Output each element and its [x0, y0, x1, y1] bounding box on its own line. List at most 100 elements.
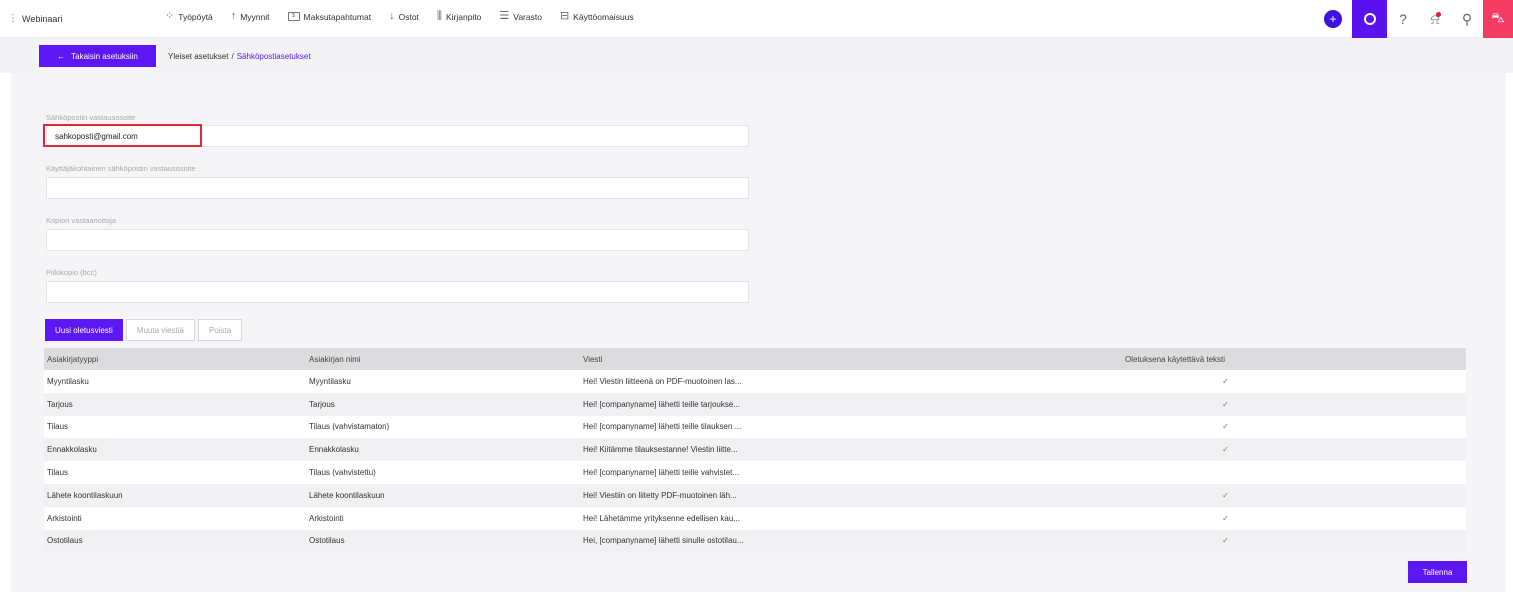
cell-name: Ostotilaus: [309, 536, 345, 546]
column-header[interactable]: Viesti: [580, 355, 1122, 364]
settings-icon: [1363, 13, 1376, 25]
column-header[interactable]: Asiakirjatyyppi: [44, 355, 306, 364]
bcc-input[interactable]: [46, 281, 749, 303]
user-reply-address-label: Käyttäjäkohtainen sähköpostin vastausoso…: [46, 164, 196, 173]
cell-name: Arkistointi: [309, 513, 344, 523]
cell-message: Hei! Kiitämme tilauksestanne! Viestin li…: [583, 445, 738, 455]
notification-dot: [1436, 12, 1441, 17]
user-icon[interactable]: ⚲: [1451, 0, 1483, 38]
nav-item-maksutapahtumat[interactable]: $ Maksutapahtumat: [287, 11, 372, 22]
nav-label: Ostot: [398, 11, 419, 22]
table-row[interactable]: Lähete koontilaskuun Lähete koontilaskuu…: [44, 483, 1466, 507]
cell-type: Tarjous: [47, 399, 73, 409]
checkmark-icon: ✓: [1222, 399, 1229, 409]
main-nav: ⁘ Työpöytä ↑ Myynnit $ Maksutapahtumat ↓…: [165, 11, 634, 22]
table-row[interactable]: Tilaus Tilaus (vahvistettu) Hei! [compan…: [44, 461, 1466, 484]
grid-icon: ⁘: [165, 10, 175, 22]
cell-name: Myyntilasku: [309, 376, 351, 386]
back-to-settings-button[interactable]: ← Takaisin asetuksiin: [39, 45, 156, 67]
checkmark-icon: ✓: [1222, 513, 1229, 523]
table-row[interactable]: Ostotilaus Ostotilaus Hei, [companyname]…: [44, 529, 1466, 553]
cell-name: Ennakkolasku: [309, 445, 359, 455]
new-default-message-button[interactable]: Uusi oletusviesti: [45, 319, 123, 341]
cell-message: Hei, [companyname] lähetti sinulle ostot…: [583, 536, 744, 546]
reply-address-input[interactable]: [46, 125, 749, 147]
cell-type: Arkistointi: [47, 513, 82, 523]
nav-label: Kirjanpito: [445, 11, 482, 22]
payment-icon: $: [287, 12, 300, 21]
cell-message: Hei! Viestin liitteenä on PDF-muotoinen …: [583, 376, 742, 386]
cell-message: Hei! [companyname] lähetti teille vahvis…: [583, 468, 740, 478]
cell-message: Hei! Viestiin on liitetty PDF-muotoinen …: [583, 490, 737, 500]
column-header[interactable]: Asiakirjan nimi: [306, 355, 580, 364]
crumb-general-settings[interactable]: Yleiset asetukset: [168, 52, 228, 61]
cell-name: Tilaus (vahvistamaton): [309, 422, 390, 432]
app-switcher[interactable]: ⋮ Webinaari: [8, 13, 62, 24]
bcc-label: Piilokopio (bcc): [46, 268, 97, 277]
arrow-up-icon: ↑: [230, 10, 237, 22]
cell-type: Tilaus: [47, 468, 69, 478]
crumb-email-settings: Sähköpostiasetukset: [236, 52, 311, 61]
user-reply-address-input[interactable]: [46, 177, 749, 199]
delete-button[interactable]: Poista: [197, 319, 243, 341]
checkmark-icon: ✓: [1222, 445, 1229, 455]
cell-type: Ostotilaus: [47, 536, 83, 546]
table-row[interactable]: Myyntilasku Myyntilasku Hei! Viestin lii…: [44, 370, 1466, 393]
nav-label: Työpöytä: [178, 11, 213, 22]
cc-recipient-input[interactable]: [46, 229, 749, 251]
nav-item-tyopoyta[interactable]: ⁘ Työpöytä: [165, 11, 213, 22]
app-name: Webinaari: [22, 13, 63, 24]
table-body: Myyntilasku Myyntilasku Hei! Viestin lii…: [44, 370, 1466, 553]
cc-recipient-label: Kopion vastaanottaja: [46, 216, 117, 225]
checkmark-icon: ✓: [1222, 490, 1229, 500]
nav-label: Käyttöomaisuus: [573, 11, 634, 22]
table-header: Asiakirjatyyppi Asiakirjan nimi Viesti O…: [44, 348, 1466, 370]
cell-default: ✓: [1122, 445, 1466, 454]
cell-type: Myyntilasku: [47, 376, 89, 386]
arrow-down-icon: ↓: [389, 10, 395, 22]
cell-name: Tilaus (vahvistettu): [309, 468, 376, 478]
briefcase-icon: ⊟: [559, 10, 570, 22]
help-icon[interactable]: ?: [1387, 0, 1419, 38]
nav-item-myynnit[interactable]: ↑ Myynnit: [231, 11, 270, 22]
cell-default: [1122, 468, 1466, 477]
nav-label: Maksutapahtumat: [303, 11, 372, 22]
cell-default: ✓: [1122, 536, 1466, 545]
table-row[interactable]: Tilaus Tilaus (vahvistamaton) Hei! [comp…: [44, 415, 1466, 439]
table-row[interactable]: Ennakkolasku Ennakkolasku Hei! Kiitämme …: [44, 438, 1466, 462]
cell-default: ✓: [1122, 514, 1466, 523]
arrow-left-icon: ←: [57, 51, 66, 61]
column-header[interactable]: Oletuksena käytettävä teksti: [1122, 355, 1466, 364]
edit-message-button[interactable]: Muuta viestiä: [125, 319, 195, 341]
nav-label: Varasto: [513, 11, 542, 22]
cell-type: Lähete koontilaskuun: [47, 490, 123, 500]
checkmark-icon: ✓: [1222, 536, 1229, 546]
cart-icon[interactable]: ⛍: [1483, 0, 1513, 38]
table-row[interactable]: Tarjous Tarjous Hei! [companyname] lähet…: [44, 392, 1466, 416]
checkmark-icon: ✓: [1222, 376, 1229, 386]
messages-table: Asiakirjatyyppi Asiakirjan nimi Viesti O…: [44, 348, 1466, 553]
table-row[interactable]: Arkistointi Arkistointi Hei! Lähetämme y…: [44, 506, 1466, 530]
plus-icon[interactable]: +: [1324, 10, 1342, 28]
cell-default: ✓: [1122, 377, 1466, 386]
cell-message: Hei! Lähetämme yrityksenne edellisen kau…: [583, 513, 740, 523]
nav-item-ostot[interactable]: ↓ Ostot: [389, 11, 419, 22]
vertical-dots-icon: ⋮: [8, 13, 18, 24]
cell-message: Hei! [companyname] lähetti teille tilauk…: [583, 422, 742, 432]
nav-label: Myynnit: [240, 11, 270, 22]
checkmark-icon: ✓: [1222, 422, 1229, 432]
cell-name: Lähete koontilaskuun: [309, 490, 385, 500]
bell-icon[interactable]: ⍾: [1419, 0, 1451, 38]
header-actions: + ? ⍾ ⚲ ⛍: [1324, 0, 1513, 38]
nav-item-varasto[interactable]: ☰ Varasto: [499, 11, 542, 22]
bar-chart-icon: ⫼: [436, 10, 442, 22]
top-navigation-bar: ⋮ Webinaari ⁘ Työpöytä ↑ Myynnit $ Maksu…: [0, 0, 1513, 38]
save-button[interactable]: Tallenna: [1408, 561, 1467, 583]
nav-item-kirjanpito[interactable]: ⫼ Kirjanpito: [437, 11, 482, 22]
nav-item-kayttoomaisuus[interactable]: ⊟ Käyttöomaisuus: [560, 11, 634, 22]
settings-button[interactable]: [1352, 0, 1387, 38]
breadcrumb-bar: ← Takaisin asetuksiin Yleiset asetukset …: [0, 38, 1513, 73]
reply-address-label: Sähköpostin vastausosoite: [46, 113, 136, 122]
message-actions: Uusi oletusviesti Muuta viestiä Poista: [45, 319, 243, 341]
cell-default: ✓: [1122, 491, 1466, 500]
